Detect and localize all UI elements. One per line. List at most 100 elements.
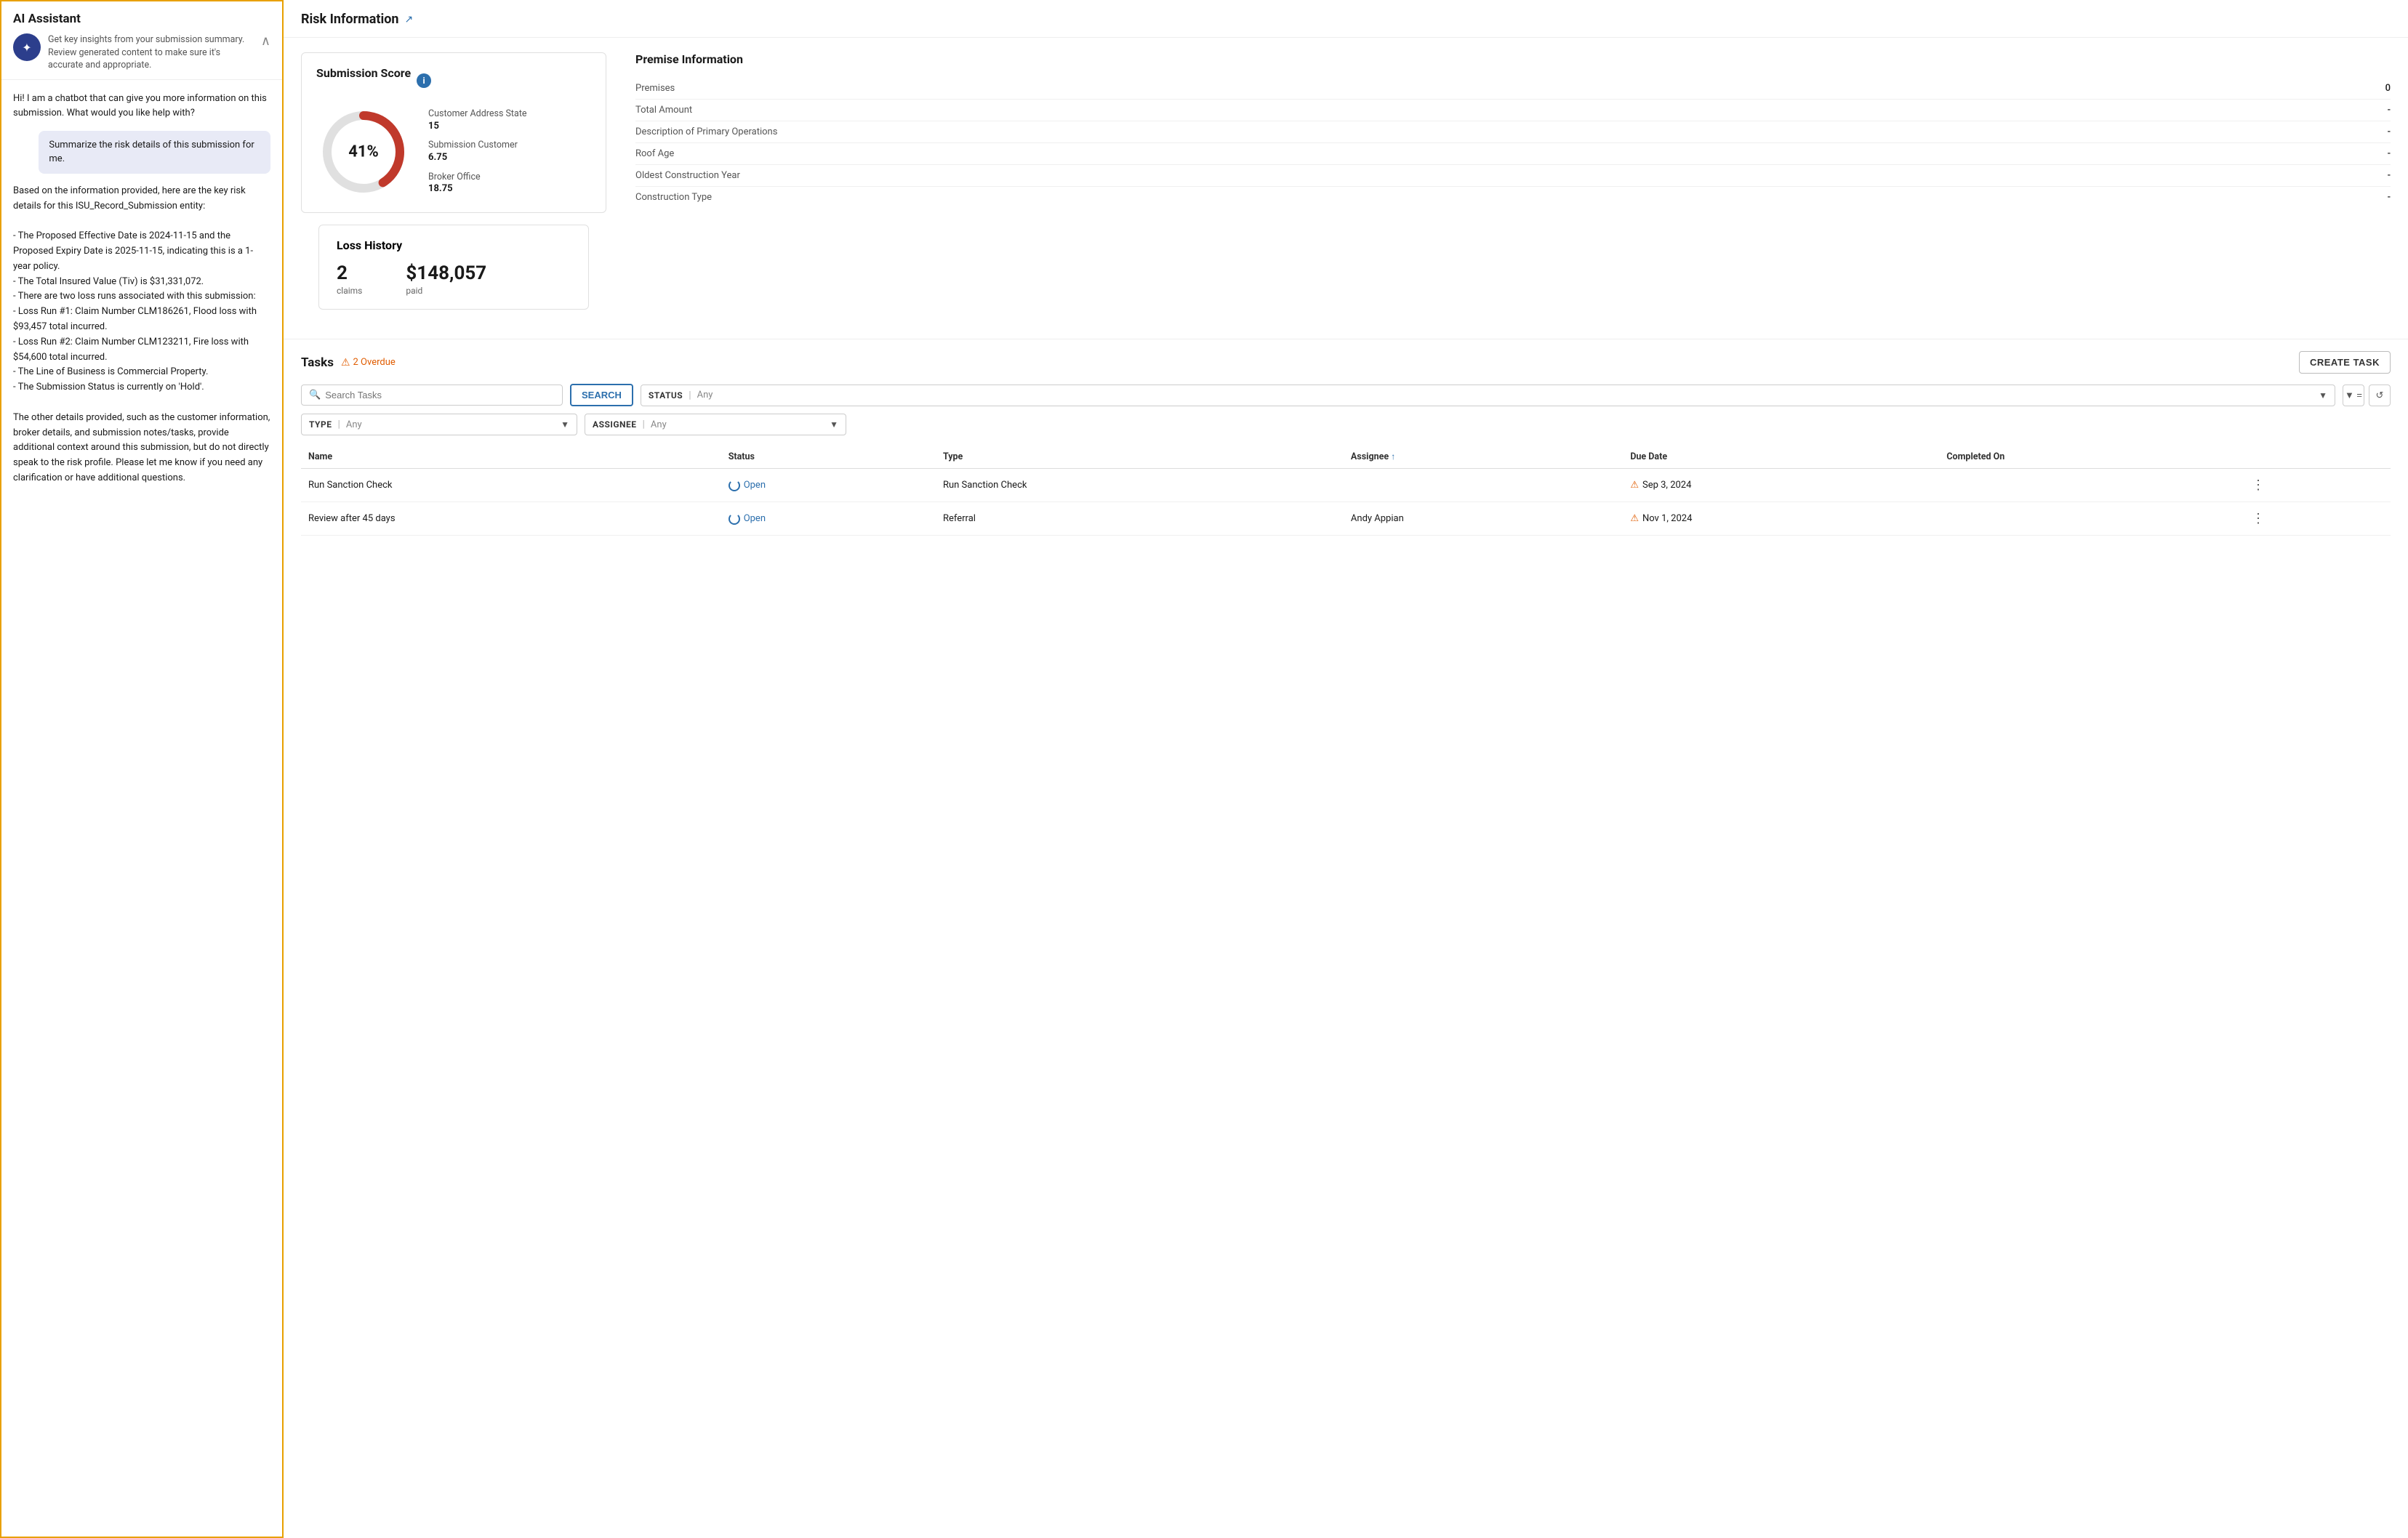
loss-paid-label: paid (406, 286, 486, 296)
loss-history-box: Loss History 2 claims $148,057 paid (318, 225, 589, 310)
risk-content-area: Submission Score i 41% (284, 38, 2408, 339)
premise-row-0: Premises 0 (635, 78, 2391, 100)
loss-claims-label: claims (337, 286, 362, 296)
refresh-button[interactable]: ↺ (2369, 384, 2391, 406)
premise-row-1: Total Amount - (635, 100, 2391, 121)
risk-info-header: Risk Information ↗ (284, 0, 2408, 38)
user-message-1: Summarize the risk details of this submi… (39, 131, 270, 174)
assignee-filter-value: Any (651, 419, 824, 430)
loss-history-title: Loss History (337, 238, 571, 252)
col-due-date: Due Date (1623, 446, 1939, 469)
bot-message-2: Based on the information provided, here … (13, 184, 270, 486)
ai-assistant-panel: AI Assistant ✦ Get key insights from you… (0, 0, 284, 1538)
tasks-title-row: Tasks ⚠ 2 Overdue (301, 355, 396, 370)
score-detail-0-value: 15 (428, 121, 527, 133)
submission-score-title: Submission Score (316, 66, 411, 80)
task-name-1: Review after 45 days (301, 502, 721, 536)
table-row: Run Sanction Check Open Run Sanction Che… (301, 469, 2391, 502)
status-filter-value: Any (697, 390, 2313, 400)
task-due-date-1: ⚠ Nov 1, 2024 (1623, 502, 1939, 536)
tasks-table: Name Status Type Assignee ↑ Due Date Com… (301, 446, 2391, 536)
create-task-button[interactable]: CREATE TASK (2299, 351, 2391, 374)
premise-row-5: Construction Type - (635, 187, 2391, 208)
search-tasks-button[interactable]: SEARCH (570, 384, 633, 406)
ai-title: AI Assistant (13, 12, 270, 26)
assignee-filter[interactable]: ASSIGNEE | Any ▼ (585, 414, 846, 435)
score-detail-1: Submission Customer 6.75 (428, 140, 527, 164)
premise-info-title: Premise Information (635, 52, 2391, 66)
col-status: Status (721, 446, 936, 469)
overdue-badge: ⚠ 2 Overdue (341, 357, 396, 369)
task-completed-1 (1939, 502, 2240, 536)
premise-table: Premises 0 Total Amount - Description of… (635, 78, 2391, 208)
tasks-table-header-row: Name Status Type Assignee ↑ Due Date Com… (301, 446, 2391, 469)
task-due-date-0: ⚠ Sep 3, 2024 (1623, 469, 1939, 502)
filter-options-button[interactable]: ▼ = (2343, 384, 2364, 406)
type-filter-label: TYPE (309, 419, 332, 430)
task-status-0: Open (721, 469, 936, 502)
search-row: 🔍 SEARCH STATUS | Any ▼ ▼ = ↺ (301, 384, 2391, 406)
submission-score-donut: 41% (316, 105, 411, 199)
col-assignee: Assignee ↑ (1344, 446, 1623, 469)
assignee-sort-icon[interactable]: ↑ (1391, 451, 1395, 462)
type-filter-value: Any (346, 419, 555, 430)
submission-score-info-icon[interactable]: i (417, 73, 431, 88)
status-filter[interactable]: STATUS | Any ▼ (641, 384, 2335, 406)
score-detail-1-value: 6.75 (428, 152, 527, 164)
search-icon: 🔍 (309, 390, 321, 400)
ai-avatar: ✦ (13, 33, 41, 61)
premise-row-3: Roof Age - (635, 143, 2391, 165)
score-detail-0: Customer Address State 15 (428, 108, 527, 132)
type-chevron-icon: ▼ (561, 419, 569, 430)
col-completed-on: Completed On (1939, 446, 2240, 469)
loss-paid: $148,057 paid (406, 262, 486, 296)
status-open-label: Open (744, 480, 766, 491)
overdue-flag-icon-1: ⚠ (1630, 513, 1639, 524)
status-chevron-icon: ▼ (2319, 390, 2327, 400)
filter-actions: ▼ = ↺ (2343, 384, 2391, 406)
expand-icon[interactable]: ↗ (405, 14, 414, 25)
score-detail-2-value: 18.75 (428, 183, 527, 196)
task-menu-1: ⋮ (2240, 502, 2391, 536)
task-row-menu-button-0[interactable]: ⋮ (2247, 476, 2269, 494)
score-details: Customer Address State 15 Submission Cus… (428, 108, 527, 195)
premise-info-section: Premise Information Premises 0 Total Amo… (635, 52, 2391, 324)
task-menu-0: ⋮ (2240, 469, 2391, 502)
task-completed-0 (1939, 469, 2240, 502)
tasks-header: Tasks ⚠ 2 Overdue CREATE TASK (301, 351, 2391, 374)
col-type: Type (936, 446, 1344, 469)
ai-subtitle: Get key insights from your submission su… (48, 33, 254, 72)
submission-score-box: Submission Score i 41% (301, 52, 606, 213)
status-spinner-icon (729, 513, 740, 525)
status-spinner-icon (729, 480, 740, 491)
task-row-menu-button-1[interactable]: ⋮ (2247, 510, 2269, 528)
status-filter-label: STATUS (649, 390, 683, 400)
task-assignee-1: Andy Appian (1344, 502, 1623, 536)
premise-row-2: Description of Primary Operations - (635, 121, 2391, 143)
assignee-chevron-icon: ▼ (830, 419, 838, 430)
overdue-flag-icon-0: ⚠ (1630, 480, 1639, 491)
task-assignee-0 (1344, 469, 1623, 502)
loss-claims: 2 claims (337, 262, 362, 296)
col-actions (2240, 446, 2391, 469)
loss-claims-count: 2 (337, 262, 362, 284)
task-type-1: Referral (936, 502, 1344, 536)
main-panel: Risk Information ↗ Submission Score i (284, 0, 2408, 1538)
ai-collapse-button[interactable]: ∧ (261, 33, 270, 49)
bot-message-1: Hi! I am a chatbot that can give you mor… (13, 92, 270, 121)
tasks-section: Tasks ⚠ 2 Overdue CREATE TASK 🔍 SEARCH S… (284, 339, 2408, 547)
task-status-1: Open (721, 502, 936, 536)
overdue-count: 2 Overdue (353, 357, 396, 368)
search-input-wrap: 🔍 (301, 384, 563, 406)
ai-header: AI Assistant ✦ Get key insights from you… (1, 1, 282, 80)
score-percent-label: 41% (348, 143, 379, 161)
filter-row2: TYPE | Any ▼ ASSIGNEE | Any ▼ (301, 414, 2391, 435)
table-row: Review after 45 days Open Referral Andy … (301, 502, 2391, 536)
score-detail-2: Broker Office 18.75 (428, 172, 527, 196)
ai-messages-area: Hi! I am a chatbot that can give you mor… (1, 80, 282, 1537)
task-type-0: Run Sanction Check (936, 469, 1344, 502)
score-loss-wrapper: Submission Score i 41% (301, 52, 606, 324)
assignee-filter-label: ASSIGNEE (593, 419, 637, 430)
type-filter[interactable]: TYPE | Any ▼ (301, 414, 577, 435)
search-tasks-input[interactable] (325, 390, 555, 400)
